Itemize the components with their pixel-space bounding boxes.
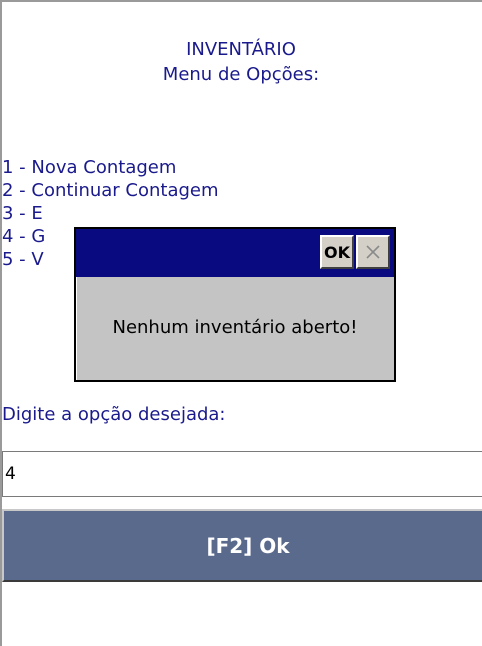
dialog-message: Nenhum inventário aberto!	[112, 317, 358, 338]
dialog-ok-label: OK	[324, 242, 350, 262]
message-dialog: OK Nenhum inventário aberto!	[74, 227, 396, 382]
menu-option-1[interactable]: 1 - Nova Contagem	[2, 157, 176, 179]
option-prompt: Digite a opção desejada:	[2, 404, 226, 425]
page-subtitle: Menu de Opções:	[162, 64, 320, 85]
menu-option-3[interactable]: 3 - E	[2, 203, 43, 225]
menu-option-4[interactable]: 4 - G	[2, 226, 45, 248]
option-input[interactable]: 4	[2, 451, 482, 497]
close-icon	[366, 245, 380, 259]
menu-option-2[interactable]: 2 - Continuar Contagem	[2, 180, 219, 202]
dialog-close-button[interactable]	[356, 235, 390, 269]
page-title: INVENTÁRIO	[186, 39, 296, 60]
ok-button-label: [F2] Ok	[206, 533, 290, 558]
dialog-ok-button[interactable]: OK	[320, 235, 354, 269]
menu-option-5[interactable]: 5 - V	[2, 249, 44, 271]
ok-button[interactable]: [F2] Ok	[2, 509, 482, 582]
